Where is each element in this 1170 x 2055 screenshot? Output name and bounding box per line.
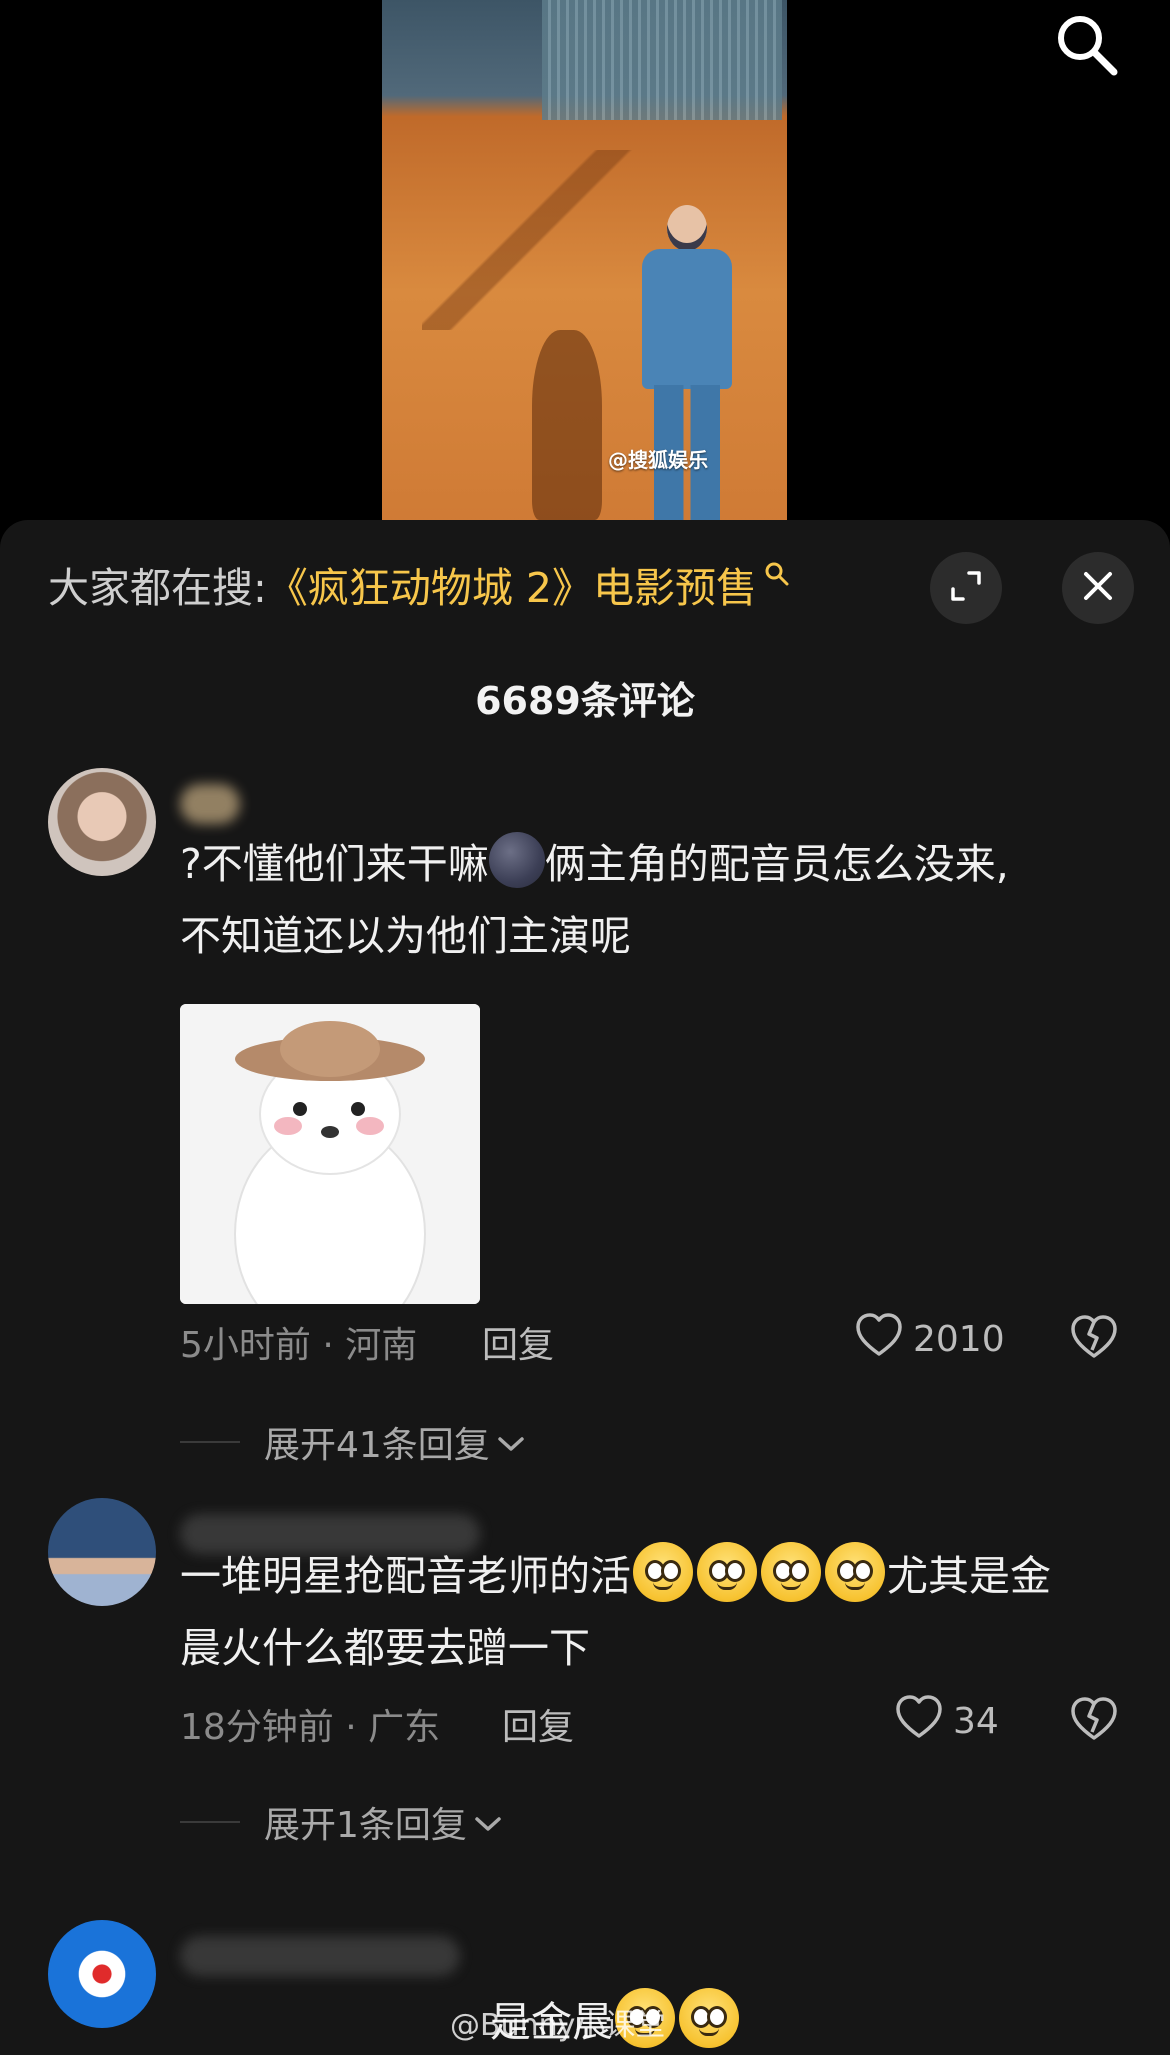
comment-sheet: 大家都在搜:《疯狂动物城 2》电影预售 6689条评论 ?不懂他们来干嘛 俩主角… bbox=[0, 520, 1170, 2055]
trending-search-bar[interactable]: 大家都在搜:《疯狂动物城 2》电影预售 bbox=[48, 550, 791, 613]
broken-heart-icon[interactable] bbox=[1070, 1696, 1118, 1744]
heart-icon bbox=[895, 1694, 943, 1749]
trending-prefix: 大家都在搜: bbox=[48, 564, 267, 612]
close-button[interactable] bbox=[1062, 552, 1134, 624]
search-icon[interactable] bbox=[1052, 10, 1122, 80]
video-player[interactable]: @搜狐娱乐 bbox=[0, 0, 1170, 540]
expand-replies-button[interactable]: 展开1条回复 bbox=[180, 1796, 503, 1848]
avatar[interactable] bbox=[48, 1920, 156, 2028]
comment-meta: 18分钟前 · 广东 bbox=[180, 1707, 441, 1748]
smile-emoji-icon bbox=[825, 1542, 885, 1602]
cat-sticker-image[interactable] bbox=[180, 1004, 480, 1304]
smile-emoji-icon bbox=[761, 1542, 821, 1602]
like-count: 34 bbox=[953, 1701, 999, 1742]
search-icon bbox=[763, 550, 791, 586]
chevron-down-icon bbox=[496, 1422, 526, 1463]
username-blurred[interactable] bbox=[180, 784, 240, 824]
expand-replies-button[interactable]: 展开41条回复 bbox=[180, 1416, 526, 1468]
trending-keyword[interactable]: 《疯狂动物城 2》电影预售 bbox=[267, 564, 757, 612]
close-icon bbox=[1081, 569, 1115, 607]
avatar[interactable] bbox=[48, 768, 156, 876]
like-button[interactable]: 2010 bbox=[855, 1312, 1005, 1367]
video-frame[interactable] bbox=[382, 0, 787, 530]
like-count: 2010 bbox=[913, 1319, 1005, 1360]
expand-icon bbox=[949, 569, 983, 607]
smile-emoji-icon bbox=[633, 1542, 693, 1602]
chevron-down-icon bbox=[473, 1802, 503, 1843]
reply-button[interactable]: 回复 bbox=[482, 1316, 554, 1368]
reply-button[interactable]: 回复 bbox=[502, 1698, 574, 1750]
heart-icon bbox=[855, 1312, 903, 1367]
video-scene-shadow bbox=[532, 330, 602, 520]
like-button[interactable]: 34 bbox=[895, 1694, 999, 1749]
smile-emoji-icon bbox=[679, 1988, 739, 2048]
comment-meta: 5小时前 · 河南 bbox=[180, 1325, 418, 1366]
comment-count-title: 6689条评论 bbox=[475, 679, 695, 723]
username-blurred[interactable] bbox=[180, 1936, 460, 1976]
page: @搜狐娱乐 大家都在搜:《疯狂动物城 2》电影预售 6689条评论 ?不懂他们来… bbox=[0, 0, 1170, 2055]
footer-watermark: @Bunny小课堂 bbox=[450, 2008, 666, 2043]
expand-button[interactable] bbox=[930, 552, 1002, 624]
comment-text: ?不懂他们来干嘛 俩主角的配音员怎么没来, 不知道还以为他们主演呢 bbox=[180, 828, 1110, 972]
video-watermark: @搜狐娱乐 bbox=[608, 448, 708, 472]
broken-heart-icon[interactable] bbox=[1070, 1314, 1118, 1362]
avatar[interactable] bbox=[48, 1498, 156, 1606]
video-scene-window bbox=[542, 0, 782, 120]
video-scene-person bbox=[632, 205, 742, 525]
new-moon-emoji-icon bbox=[488, 832, 545, 888]
comment-text: 一堆明星抢配音老师的活 尤其是金 晨火什么都要去蹭一下 bbox=[180, 1540, 1120, 1684]
smile-emoji-icon bbox=[697, 1542, 757, 1602]
